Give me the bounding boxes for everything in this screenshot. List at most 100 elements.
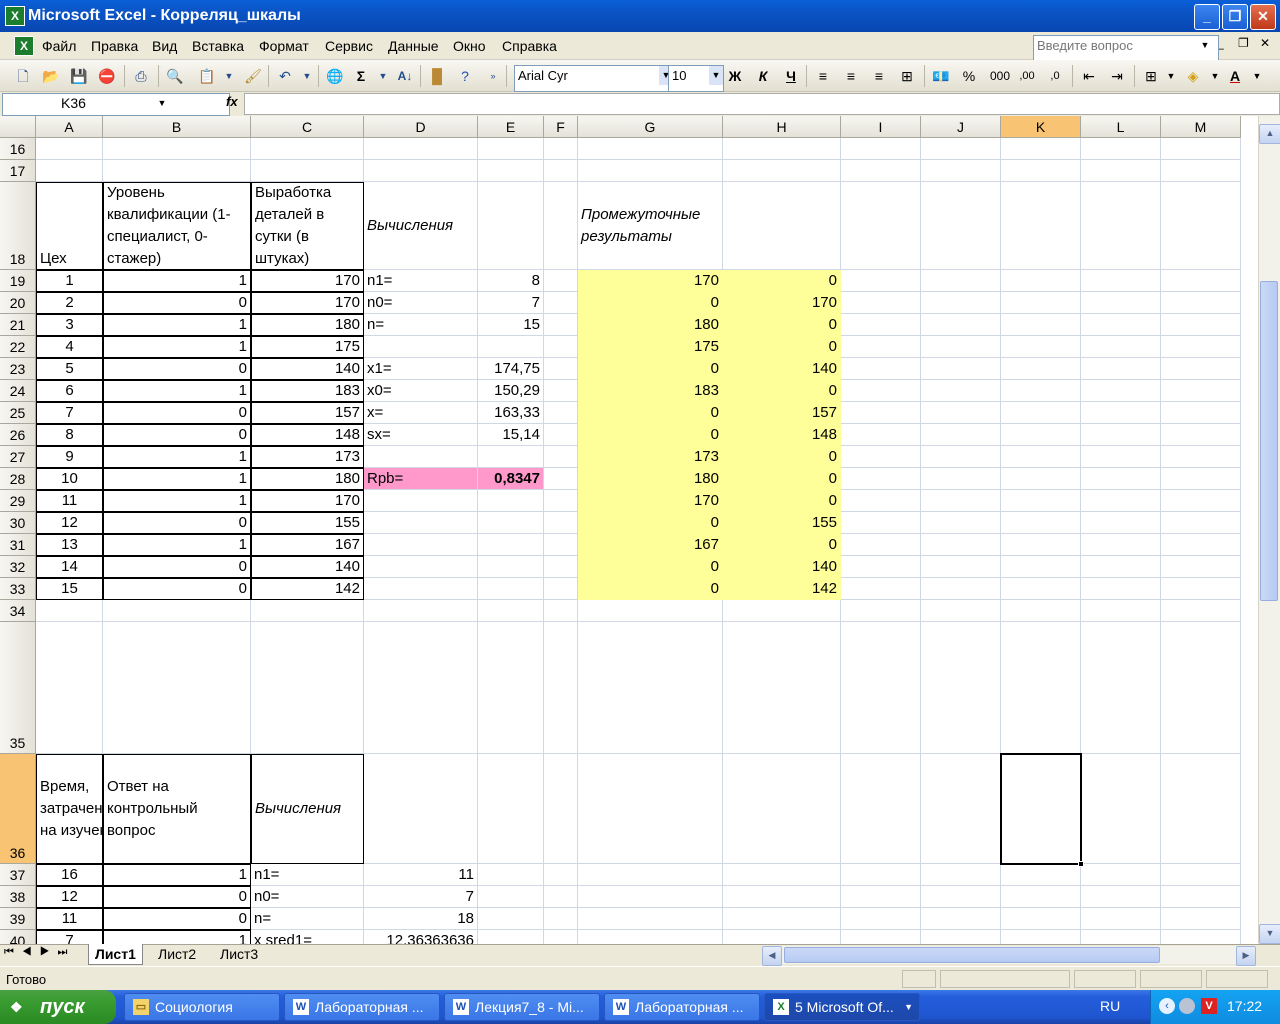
cell-J24[interactable] [921, 380, 1001, 402]
cell-F40[interactable] [544, 930, 578, 944]
cell-A26[interactable]: 8 [36, 424, 103, 446]
cell-B20[interactable]: 0 [103, 292, 251, 314]
cell-D21[interactable]: n= [364, 314, 478, 336]
font-size-combo[interactable]: 10 ▼ [668, 65, 724, 92]
cell-E21[interactable]: 15 [478, 314, 544, 336]
menu-tools[interactable]: Сервис [325, 38, 373, 54]
cell-L37[interactable] [1081, 864, 1161, 886]
cell-D16[interactable] [364, 138, 478, 160]
paste-icon[interactable]: 📋 [196, 65, 218, 87]
cell-K38[interactable] [1001, 886, 1081, 908]
cell-A16[interactable] [36, 138, 103, 160]
row-header-22[interactable]: 22 [0, 336, 36, 358]
menu-view[interactable]: Вид [152, 38, 177, 54]
cell-F32[interactable] [544, 556, 578, 578]
cell-H16[interactable] [723, 138, 841, 160]
cell-M36[interactable] [1161, 754, 1241, 864]
cell-G25[interactable]: 0 [578, 402, 723, 424]
row-header-37[interactable]: 37 [0, 864, 36, 886]
cell-I38[interactable] [841, 886, 921, 908]
cell-E33[interactable] [478, 578, 544, 600]
cell-C28[interactable]: 180 [251, 468, 364, 490]
cell-E38[interactable] [478, 886, 544, 908]
cell-F26[interactable] [544, 424, 578, 446]
menu-edit[interactable]: Правка [91, 38, 138, 54]
cell-D29[interactable] [364, 490, 478, 512]
cell-H35[interactable] [723, 622, 841, 754]
menu-help[interactable]: Справка [502, 38, 557, 54]
cell-H36[interactable] [723, 754, 841, 864]
cell-F24[interactable] [544, 380, 578, 402]
cell-J38[interactable] [921, 886, 1001, 908]
cell-K24[interactable] [1001, 380, 1081, 402]
paste-dropdown-icon[interactable]: ▼ [218, 65, 240, 87]
row-header-17[interactable]: 17 [0, 160, 36, 182]
fill-handle[interactable] [1078, 861, 1084, 867]
cell-D18[interactable]: Вычисления [364, 182, 478, 270]
font-color-dropdown-icon[interactable]: ▼ [1246, 65, 1268, 87]
cell-L21[interactable] [1081, 314, 1161, 336]
cell-M23[interactable] [1161, 358, 1241, 380]
cell-E22[interactable] [478, 336, 544, 358]
cell-A37[interactable]: 16 [36, 864, 103, 886]
cell-B23[interactable]: 0 [103, 358, 251, 380]
cell-F34[interactable] [544, 600, 578, 622]
cell-D35[interactable] [364, 622, 478, 754]
column-header-I[interactable]: I [841, 116, 921, 138]
row-header-35[interactable]: 35 [0, 622, 36, 754]
help-icon[interactable]: ? [454, 65, 476, 87]
row-header-40[interactable]: 40 [0, 930, 36, 944]
cell-C22[interactable]: 175 [251, 336, 364, 358]
row-header-24[interactable]: 24 [0, 380, 36, 402]
cell-E29[interactable] [478, 490, 544, 512]
row-header-30[interactable]: 30 [0, 512, 36, 534]
cell-F20[interactable] [544, 292, 578, 314]
cell-K21[interactable] [1001, 314, 1081, 336]
cell-K16[interactable] [1001, 138, 1081, 160]
name-box-dropdown-icon[interactable]: ▼ [154, 93, 170, 113]
cell-H32[interactable]: 140 [723, 556, 841, 578]
cell-D36[interactable] [364, 754, 478, 864]
cell-L22[interactable] [1081, 336, 1161, 358]
borders-dropdown-icon[interactable]: ▼ [1160, 65, 1182, 87]
column-header-B[interactable]: B [103, 116, 251, 138]
column-header-J[interactable]: J [921, 116, 1001, 138]
cell-H37[interactable] [723, 864, 841, 886]
font-color-icon[interactable]: A [1224, 65, 1246, 87]
column-header-H[interactable]: H [723, 116, 841, 138]
cell-M30[interactable] [1161, 512, 1241, 534]
row-header-28[interactable]: 28 [0, 468, 36, 490]
close-button[interactable]: ✕ [1250, 4, 1276, 30]
cell-L39[interactable] [1081, 908, 1161, 930]
cell-B34[interactable] [103, 600, 251, 622]
cell-I34[interactable] [841, 600, 921, 622]
cell-A34[interactable] [36, 600, 103, 622]
column-header-D[interactable]: D [364, 116, 478, 138]
cell-M32[interactable] [1161, 556, 1241, 578]
cell-A23[interactable]: 5 [36, 358, 103, 380]
font-name-combo[interactable]: Arial Cyr ▼ [514, 65, 674, 92]
cell-H38[interactable] [723, 886, 841, 908]
cell-D40[interactable]: 12,36363636 [364, 930, 478, 944]
cell-H27[interactable]: 0 [723, 446, 841, 468]
cell-G30[interactable]: 0 [578, 512, 723, 534]
cell-J23[interactable] [921, 358, 1001, 380]
doc-restore-icon[interactable]: ❐ [1238, 36, 1249, 50]
cell-B40[interactable]: 1 [103, 930, 251, 944]
cell-C21[interactable]: 180 [251, 314, 364, 336]
tab-nav-icon[interactable]: ⏮◀▶⏭ [4, 946, 75, 959]
cell-E39[interactable] [478, 908, 544, 930]
align-left-icon[interactable]: ≡ [812, 65, 834, 87]
cell-B37[interactable]: 1 [103, 864, 251, 886]
cell-I28[interactable] [841, 468, 921, 490]
tray-expand-icon[interactable]: ‹ [1159, 998, 1175, 1014]
cell-F23[interactable] [544, 358, 578, 380]
cell-L25[interactable] [1081, 402, 1161, 424]
cell-J28[interactable] [921, 468, 1001, 490]
fill-color-icon[interactable]: ◈ [1182, 65, 1204, 87]
cell-M39[interactable] [1161, 908, 1241, 930]
cell-B16[interactable] [103, 138, 251, 160]
task-word-2[interactable]: W Лекция7_8 - Mi... [444, 993, 600, 1021]
cell-G22[interactable]: 175 [578, 336, 723, 358]
cell-G23[interactable]: 0 [578, 358, 723, 380]
